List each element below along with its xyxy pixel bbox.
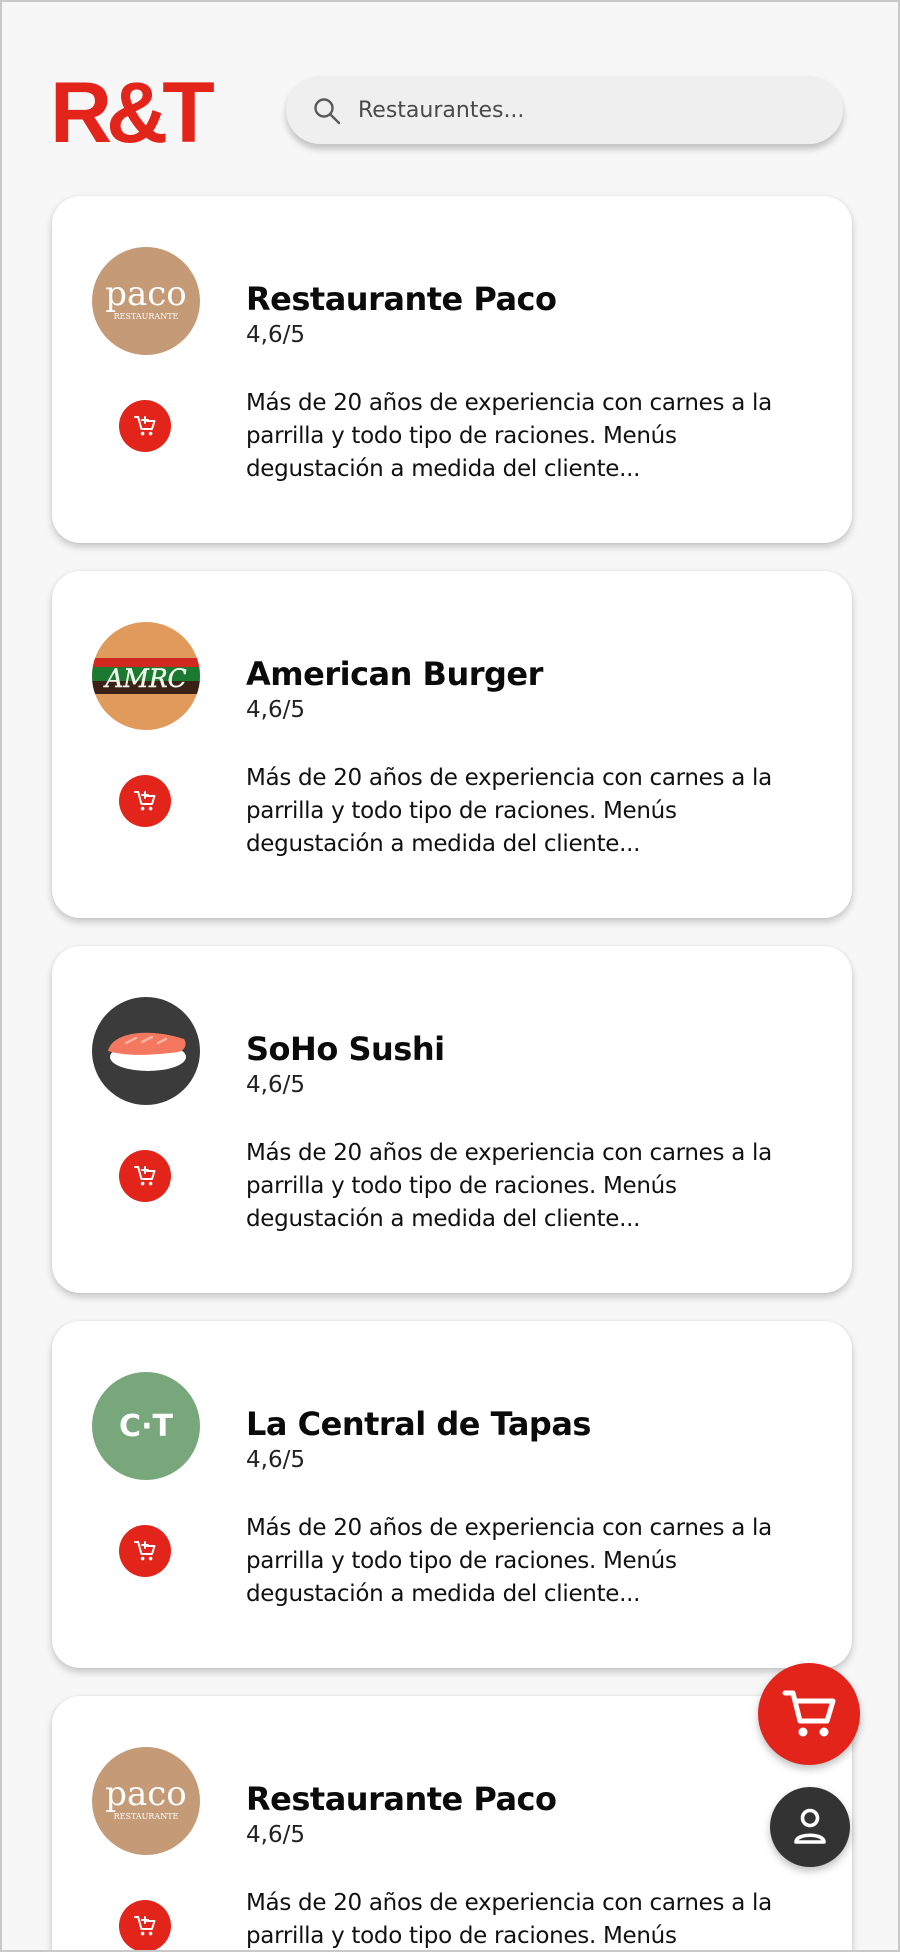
- svg-text:AMRC: AMRC: [103, 664, 187, 693]
- restaurant-description: Más de 20 años de experiencia con carnes…: [246, 765, 772, 857]
- svg-text:RESTAURANTE: RESTAURANTE: [114, 1812, 179, 1821]
- restaurant-name[interactable]: Restaurante Paco: [246, 280, 557, 318]
- restaurant-description: Más de 20 años de experiencia con carnes…: [246, 1890, 772, 1949]
- add-to-cart-button[interactable]: [119, 1150, 171, 1202]
- sushi-logo-image: [92, 997, 200, 1105]
- restaurant-card[interactable]: AMRC American Burger 4,6/5 Más de 20 año…: [52, 571, 852, 918]
- brand-logo[interactable]: R&T: [50, 68, 215, 158]
- restaurant-logo-image: paco RESTAURANTE: [92, 247, 200, 355]
- add-to-cart-icon: [134, 1541, 156, 1561]
- restaurant-rating: 4,6/5: [246, 1822, 305, 1848]
- search-icon: [314, 98, 341, 125]
- restaurant-card[interactable]: paco RESTAURANTE Restaurante Paco 4,6/5 …: [52, 196, 852, 543]
- cart-button[interactable]: [758, 1663, 860, 1765]
- restaurant-rating: 4,6/5: [246, 322, 305, 348]
- search-input[interactable]: [358, 76, 818, 144]
- search-bar[interactable]: [286, 76, 843, 144]
- restaurant-logo-image: AMRC: [92, 622, 200, 730]
- svg-text:RESTAURANTE: RESTAURANTE: [114, 312, 179, 321]
- app-screen: R&T paco RESTAURANTE Restaurante Paco 4,…: [0, 0, 900, 1952]
- profile-button[interactable]: [770, 1787, 850, 1867]
- restaurant-logo: AMRC: [92, 622, 200, 730]
- restaurant-name[interactable]: La Central de Tapas: [246, 1405, 591, 1443]
- restaurant-logo-image: paco RESTAURANTE: [92, 1747, 200, 1855]
- restaurant-card[interactable]: SoHo Sushi 4,6/5 Más de 20 años de exper…: [52, 946, 852, 1293]
- restaurant-name[interactable]: SoHo Sushi: [246, 1030, 445, 1068]
- restaurant-logo: paco RESTAURANTE: [92, 1747, 200, 1855]
- cart-icon: [782, 1690, 836, 1737]
- restaurant-description: Más de 20 años de experiencia con carnes…: [246, 390, 772, 482]
- add-to-cart-button[interactable]: [119, 1525, 171, 1577]
- restaurant-rating: 4,6/5: [246, 1447, 305, 1473]
- add-to-cart-icon: [134, 791, 156, 811]
- add-to-cart-button[interactable]: [119, 400, 171, 452]
- restaurant-name[interactable]: American Burger: [246, 655, 543, 693]
- restaurant-rating: 4,6/5: [246, 1072, 305, 1098]
- user-icon: [794, 1808, 826, 1844]
- svg-text:paco: paco: [105, 274, 187, 314]
- restaurant-card[interactable]: C·T La Central de Tapas 4,6/5 Más de 20 …: [52, 1321, 852, 1668]
- restaurant-rating: 4,6/5: [246, 697, 305, 723]
- add-to-cart-icon: [134, 1916, 156, 1936]
- restaurant-card[interactable]: paco RESTAURANTE Restaurante Paco 4,6/5 …: [52, 1696, 852, 1950]
- restaurant-description: Más de 20 años de experiencia con carnes…: [246, 1140, 772, 1232]
- add-to-cart-icon: [134, 416, 156, 436]
- restaurant-logo: C·T: [92, 1372, 200, 1480]
- add-to-cart-button[interactable]: [119, 1900, 171, 1950]
- restaurant-description: Más de 20 años de experiencia con carnes…: [246, 1515, 772, 1607]
- restaurant-logo-image: C·T: [92, 1372, 200, 1480]
- add-to-cart-icon: [134, 1166, 156, 1186]
- restaurant-logo: paco RESTAURANTE: [92, 247, 200, 355]
- restaurant-logo: [92, 997, 200, 1105]
- svg-text:C·T: C·T: [119, 1409, 173, 1444]
- restaurant-name[interactable]: Restaurante Paco: [246, 1780, 557, 1818]
- add-to-cart-button[interactable]: [119, 775, 171, 827]
- svg-text:paco: paco: [105, 1774, 187, 1814]
